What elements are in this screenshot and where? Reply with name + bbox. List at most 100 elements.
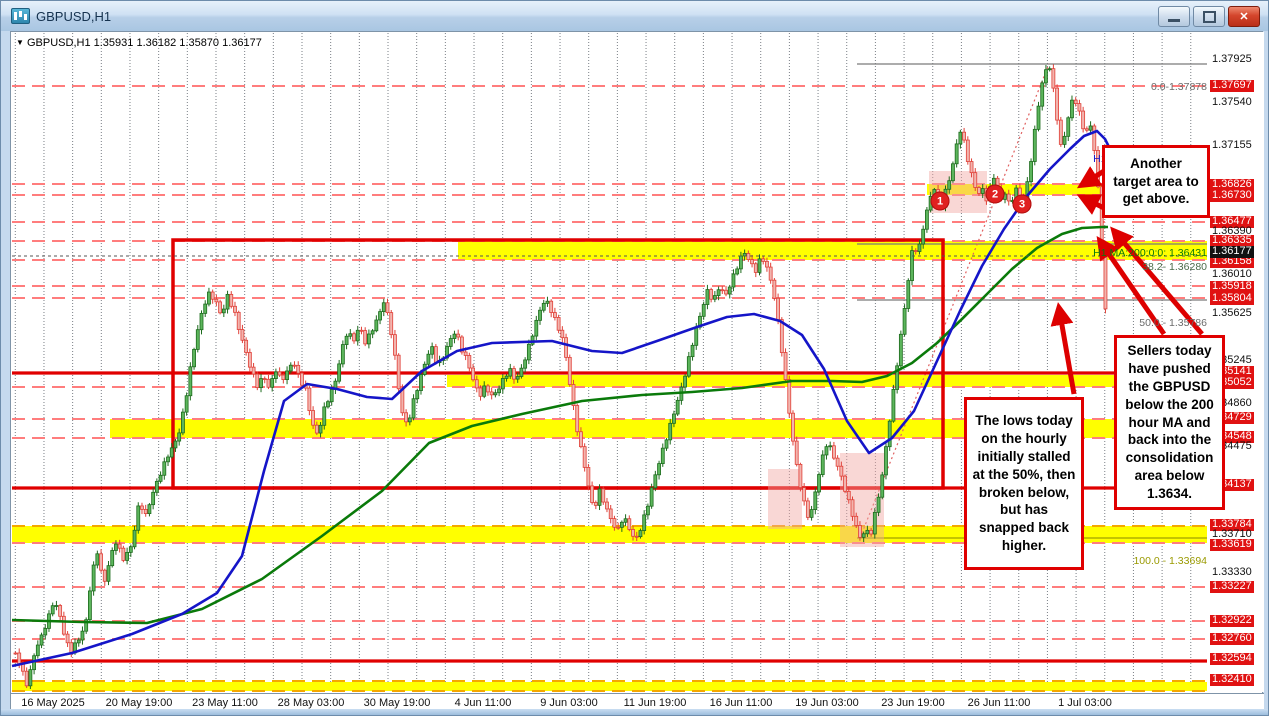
candle-body [390, 313, 393, 335]
note-lows: The lows today on the hourly initially s… [964, 397, 1084, 570]
minimize-icon [1168, 19, 1180, 22]
maximize-button[interactable] [1193, 6, 1225, 27]
candle-body [386, 303, 389, 313]
time-axis-label: 16 Jun 11:00 [710, 697, 773, 709]
candle-body [661, 448, 664, 463]
candle-body [1078, 104, 1081, 111]
candle-body [907, 281, 910, 309]
candle-body [379, 312, 382, 320]
candle-body [520, 368, 523, 376]
candle-body [617, 527, 620, 528]
candle-body [509, 369, 512, 377]
candle-body [553, 313, 556, 318]
candle-body [598, 489, 601, 505]
candle-body [542, 303, 545, 310]
symbol-label: GBPUSD,H1 [27, 37, 91, 49]
candle-body [858, 525, 861, 537]
candle-body [594, 502, 597, 505]
candle-body [204, 304, 207, 313]
minimize-button[interactable] [1158, 6, 1190, 27]
candle-body [1063, 136, 1066, 144]
chart-icon [11, 8, 30, 24]
candle-body [739, 256, 742, 269]
close-button[interactable]: ✕ [1228, 6, 1260, 27]
candle-body [449, 339, 452, 347]
candle-body [579, 432, 582, 447]
candle-body [977, 188, 980, 194]
candle-body [468, 355, 471, 368]
candle-body [29, 670, 32, 686]
candle-body [814, 492, 817, 510]
candle-body [628, 519, 631, 530]
candle-body [884, 447, 887, 475]
time-axis-label: 20 May 19:00 [106, 697, 173, 709]
candle-body [152, 492, 155, 504]
candle-body [237, 312, 240, 329]
candle-body [717, 290, 720, 296]
candle-body [966, 140, 969, 161]
candle-body [765, 261, 768, 267]
candle-body [453, 334, 456, 338]
price-axis-label: 1.36177 [1210, 246, 1254, 258]
candle-body [658, 464, 661, 475]
candle-body [1059, 120, 1062, 144]
candle-body [654, 475, 657, 488]
candle-body [754, 264, 757, 273]
candle-body [568, 357, 571, 384]
candle-body [531, 336, 534, 344]
price-axis-label: 1.37155 [1212, 140, 1252, 151]
candle-body [129, 547, 132, 553]
candle-body [669, 423, 672, 440]
candle-body [970, 162, 973, 173]
symbol-ohlc-header[interactable]: ▼ GBPUSD,H1 1.35931 1.36182 1.35870 1.36… [16, 37, 262, 49]
candle-body [1089, 126, 1092, 130]
candle-body [349, 334, 352, 337]
candle-body [256, 374, 259, 388]
close-value: 1.36177 [222, 37, 262, 49]
time-axis-label: 1 Jul 03:00 [1058, 697, 1112, 709]
candle-body [405, 413, 408, 422]
candle-body [725, 290, 728, 294]
candle-body [899, 334, 902, 366]
time-axis-label: 28 May 03:00 [278, 697, 345, 709]
candle-body [181, 412, 184, 433]
candle-body [951, 164, 954, 181]
candle-body [330, 389, 333, 401]
candle-body [263, 379, 266, 380]
candle-body [267, 379, 270, 387]
time-axis-label: 23 Jun 19:00 [881, 697, 945, 709]
candle-body [702, 305, 705, 317]
candle-body [832, 446, 835, 458]
price-chart[interactable] [11, 32, 1208, 693]
candle-body [219, 302, 222, 313]
candle-body [862, 534, 865, 538]
candle-body [963, 132, 966, 140]
candle-body [300, 373, 303, 385]
candle-body [1052, 69, 1055, 88]
price-axis-label: 1.33227 [1210, 581, 1254, 593]
chevron-down-icon: ▼ [16, 38, 24, 47]
candle-body [974, 173, 977, 188]
candle-body [416, 391, 419, 399]
time-axis-label: 30 May 19:00 [364, 697, 431, 709]
price-axis-label: 1.35804 [1210, 293, 1254, 305]
candle-body [111, 550, 114, 565]
candle-body [911, 251, 914, 281]
candle-body [230, 294, 233, 306]
price-axis-label: 1.37697 [1210, 80, 1254, 92]
candle-body [431, 347, 434, 355]
title-bar[interactable]: GBPUSD,H1 ✕ [1, 1, 1268, 31]
candle-body [877, 497, 880, 512]
candle-body [193, 349, 196, 366]
candle-body [211, 292, 214, 299]
candle-body [408, 418, 411, 422]
price-axis-label: 1.35625 [1212, 308, 1252, 319]
candle-body [286, 371, 289, 380]
candle-body [981, 189, 984, 194]
candle-body [643, 515, 646, 531]
candle-body [274, 372, 277, 379]
candle-body [457, 334, 460, 337]
candle-body [196, 330, 199, 350]
candle-body [806, 501, 809, 517]
candle-body [137, 506, 140, 530]
